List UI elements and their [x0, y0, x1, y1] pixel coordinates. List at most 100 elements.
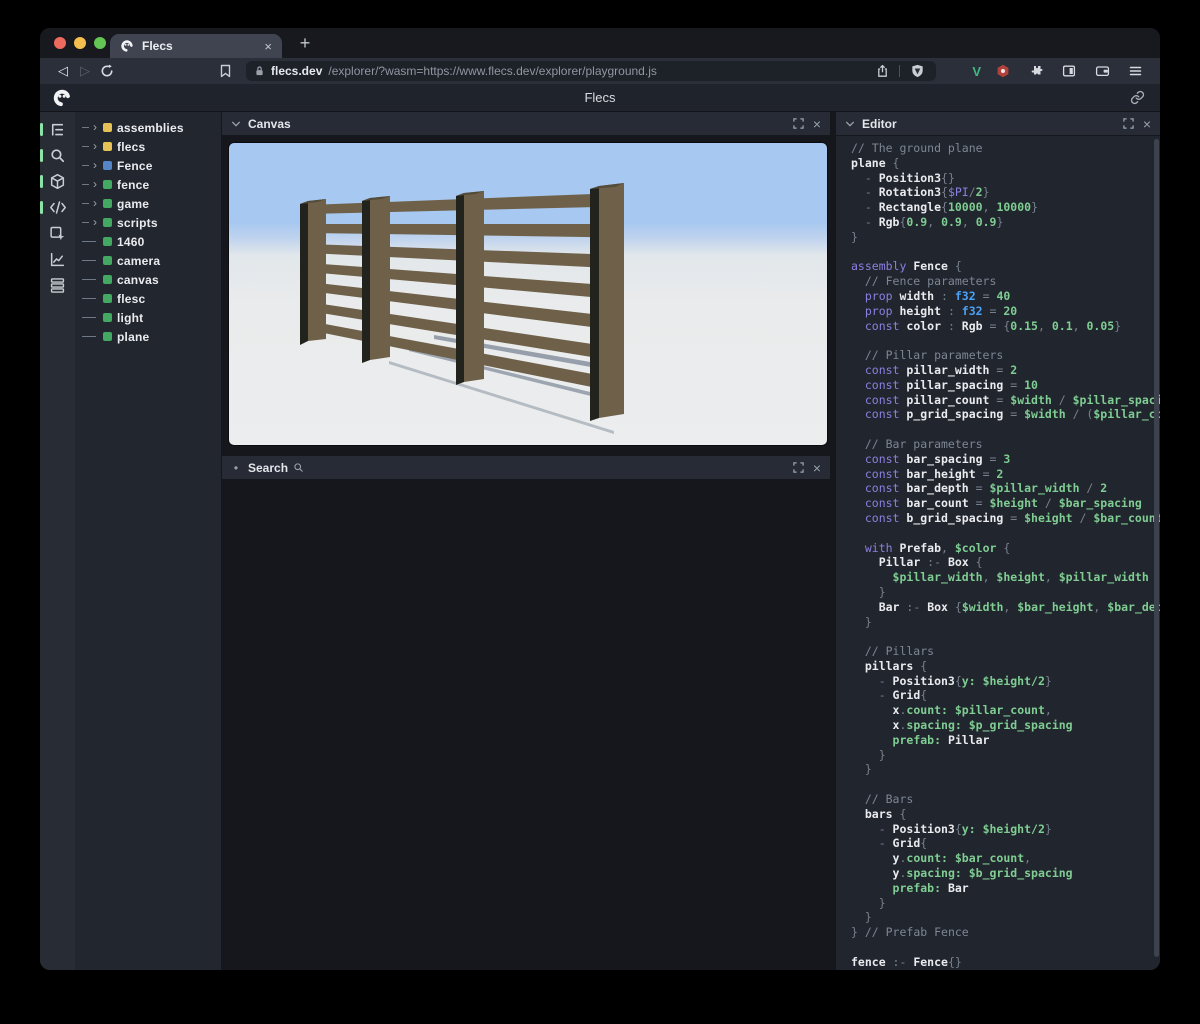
code-line: Bar :- Box {$width, $bar_height, $bar_de… — [851, 600, 1160, 615]
expand-chevron-icon[interactable]: › — [93, 216, 97, 228]
code-line: y.count: $bar_count, — [851, 851, 1160, 866]
close-window-button[interactable] — [54, 37, 66, 49]
browser-tab-flecs[interactable]: Flecs × — [110, 34, 282, 58]
tree-connector — [82, 127, 89, 128]
url-bar[interactable]: flecs.dev /explorer/?wasm=https://www.fl… — [246, 61, 936, 81]
editor-panel-title: Editor — [862, 117, 897, 131]
editor-scrollbar[interactable] — [1154, 139, 1159, 957]
lock-icon — [254, 65, 265, 77]
tree-connector — [82, 279, 96, 280]
minimize-window-button[interactable] — [74, 37, 86, 49]
code-line: const bar_count = $height / $bar_spacing — [851, 496, 1160, 511]
share-icon[interactable] — [871, 64, 893, 78]
entity-type-swatch — [103, 123, 112, 132]
tree-item[interactable]: 1460 — [75, 232, 221, 251]
code-line: - Position3{} — [851, 171, 1160, 186]
close-panel-icon[interactable]: × — [813, 461, 821, 475]
code-line: assembly Fence { — [851, 259, 1160, 274]
tab-title: Flecs — [142, 39, 173, 53]
code-line: with Prefab, $color { — [851, 541, 1160, 556]
code-line: // Bar parameters — [851, 437, 1160, 452]
code-line: } — [851, 748, 1160, 763]
screenshot-icon[interactable] — [47, 224, 69, 243]
vue-devtools-icon[interactable]: V — [972, 64, 981, 79]
menu-hamburger-icon[interactable] — [1124, 65, 1146, 77]
tree-connector — [82, 317, 96, 318]
cube-icon[interactable] — [47, 172, 69, 191]
code-icon[interactable] — [47, 198, 69, 217]
app-header: Flecs — [40, 84, 1160, 112]
stack-icon[interactable] — [47, 276, 69, 295]
tree-item-label: scripts — [117, 216, 158, 230]
expand-chevron-icon[interactable]: › — [93, 159, 97, 171]
sidebar-toggle-icon[interactable] — [1058, 64, 1080, 78]
tree-item[interactable]: canvas — [75, 270, 221, 289]
collapsed-dot-icon[interactable]: • — [231, 462, 241, 474]
expand-chevron-icon[interactable]: › — [93, 140, 97, 152]
search-panel: • Search × — [222, 456, 830, 480]
code-line: - Rectangle{10000, 10000} — [851, 200, 1160, 215]
code-line: y.spacing: $b_grid_spacing — [851, 866, 1160, 881]
3d-viewport[interactable] — [228, 142, 828, 446]
entity-type-swatch — [103, 142, 112, 151]
fullscreen-icon[interactable] — [1123, 118, 1134, 129]
tree-item[interactable]: camera — [75, 251, 221, 270]
tree-item[interactable]: light — [75, 308, 221, 327]
tree-item-label: game — [117, 197, 149, 211]
tree-item-label: assemblies — [117, 121, 184, 135]
back-icon[interactable]: ◁ — [52, 63, 74, 79]
tree-item[interactable]: ›fence — [75, 175, 221, 194]
zoom-window-button[interactable] — [94, 37, 106, 49]
code-line: } — [851, 230, 1160, 245]
tree-connector — [82, 241, 96, 242]
canvas-panel-header[interactable]: Canvas × — [222, 112, 830, 136]
entity-type-swatch — [103, 256, 112, 265]
tree-item[interactable]: › Fence — [75, 156, 221, 175]
code-line: } — [851, 896, 1160, 911]
fullscreen-icon[interactable] — [793, 118, 804, 129]
code-line — [851, 629, 1160, 644]
close-panel-icon[interactable]: × — [813, 117, 821, 131]
entity-tree-icon[interactable] — [47, 120, 69, 139]
wallet-icon[interactable] — [1091, 64, 1113, 78]
reload-icon[interactable] — [96, 64, 118, 78]
tree-item[interactable]: plane — [75, 327, 221, 346]
search-panel-header[interactable]: • Search × — [222, 456, 830, 480]
code-line: - Grid{ — [851, 836, 1160, 851]
tree-item[interactable]: ›flecs — [75, 137, 221, 156]
chevron-down-icon[interactable] — [845, 120, 855, 128]
extensions-puzzle-icon[interactable] — [1025, 64, 1047, 78]
chevron-down-icon[interactable] — [231, 120, 241, 128]
tree-item[interactable]: › assemblies — [75, 118, 221, 137]
code-line: - Rgb{0.9, 0.9, 0.9} — [851, 215, 1160, 230]
close-panel-icon[interactable]: × — [1143, 117, 1151, 131]
tree-item[interactable]: flesc — [75, 289, 221, 308]
tree-item[interactable]: › scripts — [75, 213, 221, 232]
tree-item-label: Fence — [117, 159, 153, 173]
brave-shield-icon[interactable] — [906, 64, 928, 78]
bookmark-icon[interactable] — [214, 64, 236, 78]
toolbar-extensions: V — [972, 64, 1148, 79]
active-pill — [40, 201, 43, 214]
tree-connector — [82, 146, 89, 147]
tab-close-icon[interactable]: × — [264, 40, 272, 53]
window-controls — [54, 37, 106, 49]
editor-code[interactable]: // The ground planeplane { - Position3{}… — [836, 136, 1160, 970]
tree-item[interactable]: › game — [75, 194, 221, 213]
search-tool-icon[interactable] — [47, 146, 69, 165]
code-line: } — [851, 762, 1160, 777]
new-tab-button[interactable]: + — [292, 30, 318, 56]
code-line: - Position3{y: $height/2} — [851, 822, 1160, 837]
active-pill — [40, 149, 43, 162]
expand-chevron-icon[interactable]: › — [93, 121, 97, 133]
expand-chevron-icon[interactable]: › — [93, 178, 97, 190]
code-line: const color : Rgb = {0.15, 0.1, 0.05} — [851, 319, 1160, 334]
hexagon-extension-icon[interactable] — [992, 64, 1014, 78]
code-line — [851, 777, 1160, 792]
fullscreen-icon[interactable] — [793, 462, 804, 473]
code-line: // Pillars — [851, 644, 1160, 659]
expand-chevron-icon[interactable]: › — [93, 197, 97, 209]
chart-icon[interactable] — [47, 250, 69, 269]
editor-panel-header[interactable]: Editor × — [836, 112, 1160, 136]
code-line: const pillar_count = $width / $pillar_sp… — [851, 393, 1160, 408]
